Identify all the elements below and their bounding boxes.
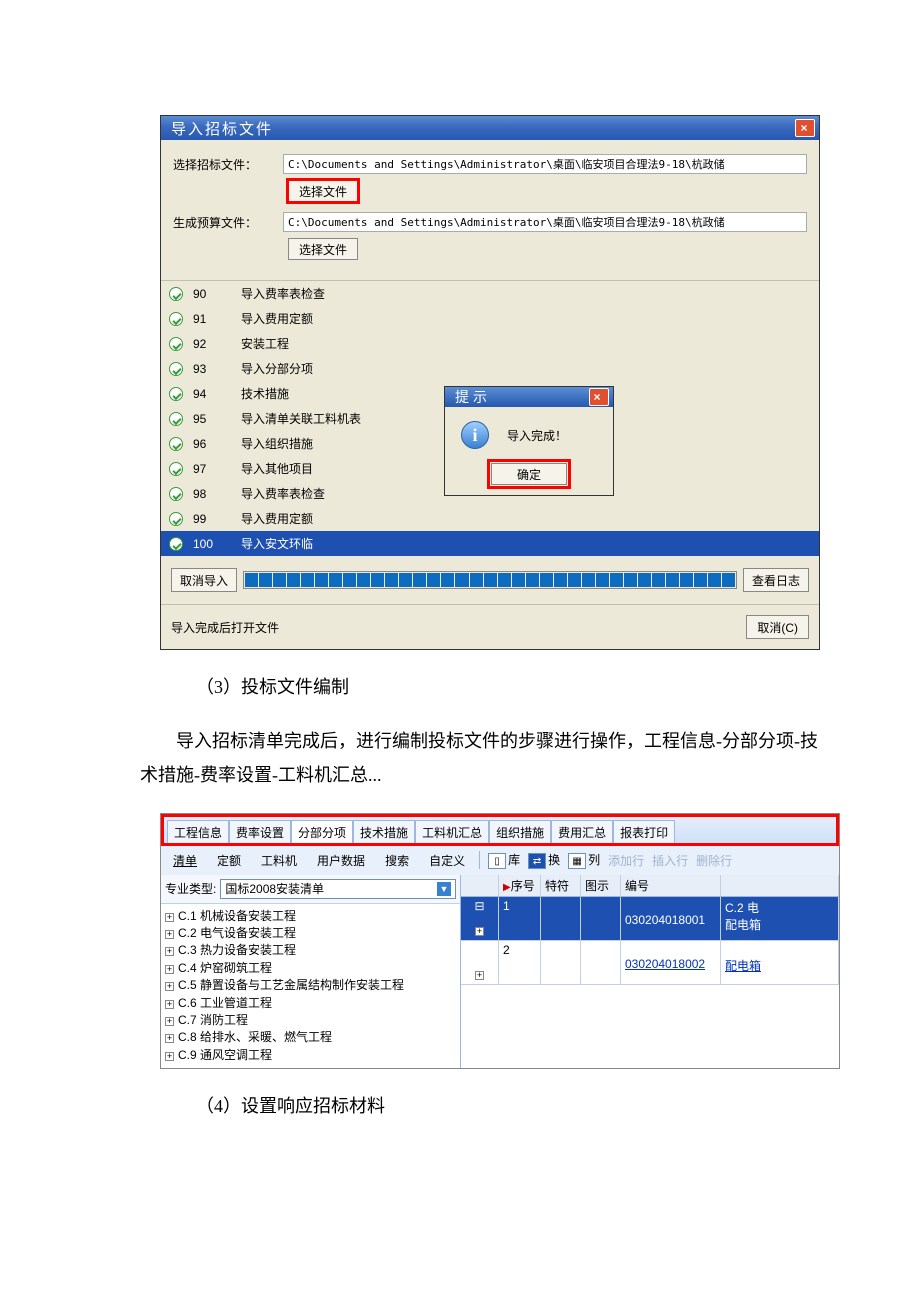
grid-row[interactable]: + 2 030204018002 配电箱 bbox=[461, 941, 839, 985]
dialog-title: 导入招标文件 bbox=[171, 118, 795, 139]
info-icon: i bbox=[461, 421, 489, 449]
expand-icon[interactable]: + bbox=[165, 965, 174, 974]
check-icon bbox=[169, 362, 183, 376]
subtab-list[interactable]: 清单 bbox=[167, 850, 203, 871]
check-icon bbox=[169, 537, 183, 551]
section-heading-3: （3）投标文件编制 bbox=[160, 670, 800, 704]
expand-icon[interactable]: + bbox=[165, 982, 174, 991]
tab-org-measure[interactable]: 组织措施 bbox=[489, 820, 551, 844]
tip-title-text: 提示 bbox=[455, 387, 589, 407]
main-tabs: 工程信息 费率设置 分部分项 技术措施 工料机汇总 组织措施 费用汇总 报表打印 bbox=[161, 814, 839, 846]
tip-dialog: 提示 × i 导入完成！ 确定 bbox=[444, 386, 614, 496]
check-icon bbox=[169, 487, 183, 501]
add-row-button[interactable]: 添加行 bbox=[608, 852, 644, 869]
check-icon bbox=[169, 437, 183, 451]
category-tree[interactable]: +C.1 机械设备安装工程 +C.2 电气设备安装工程 +C.3 热力设备安装工… bbox=[161, 904, 460, 1069]
choose-file-button-1[interactable]: 选择文件 bbox=[288, 180, 358, 202]
subtab-search[interactable]: 搜索 bbox=[379, 850, 415, 871]
type-select-value: 国标2008安装清单 bbox=[225, 880, 324, 897]
expand-icon[interactable]: + bbox=[165, 930, 174, 939]
expand-icon[interactable]: + bbox=[475, 971, 484, 980]
check-icon bbox=[169, 312, 183, 326]
paragraph-text: 导入招标清单完成后，进行编制投标文件的步骤进行操作，工程信息-分部分项-技术措施… bbox=[140, 724, 820, 792]
delete-row-button[interactable]: 删除行 bbox=[696, 852, 732, 869]
column-icon[interactable]: ▦ bbox=[568, 853, 586, 869]
gen-file-path[interactable]: C:\Documents and Settings\Administrator\… bbox=[283, 212, 807, 232]
tab-fee-summary[interactable]: 费用汇总 bbox=[551, 820, 613, 844]
check-icon bbox=[169, 387, 183, 401]
view-log-button[interactable]: 查看日志 bbox=[743, 568, 809, 592]
cancel-import-button[interactable]: 取消导入 bbox=[171, 568, 237, 592]
item-name-link[interactable]: 配电箱 bbox=[725, 959, 761, 973]
choose-file-button-2[interactable]: 选择文件 bbox=[288, 238, 358, 260]
check-icon bbox=[169, 412, 183, 426]
section-heading-4: （4）设置响应招标材料 bbox=[160, 1089, 800, 1123]
tab-report-print[interactable]: 报表打印 bbox=[613, 820, 675, 844]
swap-icon[interactable]: ⇄ bbox=[528, 853, 546, 869]
cancel-button[interactable]: 取消(C) bbox=[746, 615, 809, 639]
expand-icon[interactable]: + bbox=[165, 1000, 174, 1009]
tab-rate-setting[interactable]: 费率设置 bbox=[229, 820, 291, 844]
gen-file-label: 生成预算文件： bbox=[173, 214, 283, 231]
tip-message: 导入完成！ bbox=[507, 427, 567, 444]
log-row-selected[interactable]: 100导入安文环临 bbox=[161, 531, 819, 556]
editor-screenshot: 工程信息 费率设置 分部分项 技术措施 工料机汇总 组织措施 费用汇总 报表打印… bbox=[160, 813, 840, 1070]
tip-titlebar[interactable]: 提示 × bbox=[445, 387, 613, 407]
tip-ok-button[interactable]: 确定 bbox=[491, 463, 567, 485]
check-icon bbox=[169, 287, 183, 301]
import-dialog: 导入招标文件 × 选择招标文件： C:\Documents and Settin… bbox=[160, 115, 820, 650]
subtab-material[interactable]: 工料机 bbox=[255, 850, 303, 871]
expand-icon[interactable]: + bbox=[165, 947, 174, 956]
dialog-titlebar[interactable]: 导入招标文件 × bbox=[161, 116, 819, 140]
grid-header: ▶序号 特符 图示 编号 bbox=[461, 875, 839, 897]
tip-close-icon[interactable]: × bbox=[589, 388, 609, 406]
close-icon[interactable]: × bbox=[795, 119, 815, 137]
item-number-link[interactable]: 030204018002 bbox=[625, 957, 705, 971]
check-icon bbox=[169, 337, 183, 351]
tab-tech-measure[interactable]: 技术措施 bbox=[353, 820, 415, 844]
check-icon bbox=[169, 512, 183, 526]
divider bbox=[479, 851, 480, 869]
expand-icon[interactable]: + bbox=[165, 1052, 174, 1061]
progress-bar bbox=[243, 571, 737, 589]
lib-icon[interactable]: ▯ bbox=[488, 853, 506, 869]
open-after-label: 导入完成后打开文件 bbox=[171, 619, 279, 636]
tab-material-summary[interactable]: 工料机汇总 bbox=[415, 820, 489, 844]
type-label: 专业类型: bbox=[165, 880, 216, 897]
expand-icon[interactable]: + bbox=[165, 1017, 174, 1026]
grid-row-selected[interactable]: ⊟+ 1 030204018001 C.2 电配电箱 bbox=[461, 897, 839, 941]
insert-row-button[interactable]: 插入行 bbox=[652, 852, 688, 869]
expand-icon[interactable]: + bbox=[165, 1034, 174, 1043]
subtab-userdata[interactable]: 用户数据 bbox=[311, 850, 371, 871]
arrow-icon: ▶ bbox=[503, 882, 511, 893]
tab-project-info[interactable]: 工程信息 bbox=[167, 820, 229, 844]
type-select[interactable]: 国标2008安装清单 ▼ bbox=[220, 879, 456, 899]
expand-icon[interactable]: + bbox=[165, 913, 174, 922]
subtab-quota[interactable]: 定额 bbox=[211, 850, 247, 871]
chevron-down-icon[interactable]: ▼ bbox=[437, 882, 451, 896]
select-file-path[interactable]: C:\Documents and Settings\Administrator\… bbox=[283, 154, 807, 174]
tab-subitem[interactable]: 分部分项 bbox=[291, 820, 353, 844]
check-icon bbox=[169, 462, 183, 476]
subtab-custom[interactable]: 自定义 bbox=[423, 850, 471, 871]
select-file-label: 选择招标文件： bbox=[173, 156, 283, 173]
expand-icon[interactable]: + bbox=[475, 927, 484, 936]
